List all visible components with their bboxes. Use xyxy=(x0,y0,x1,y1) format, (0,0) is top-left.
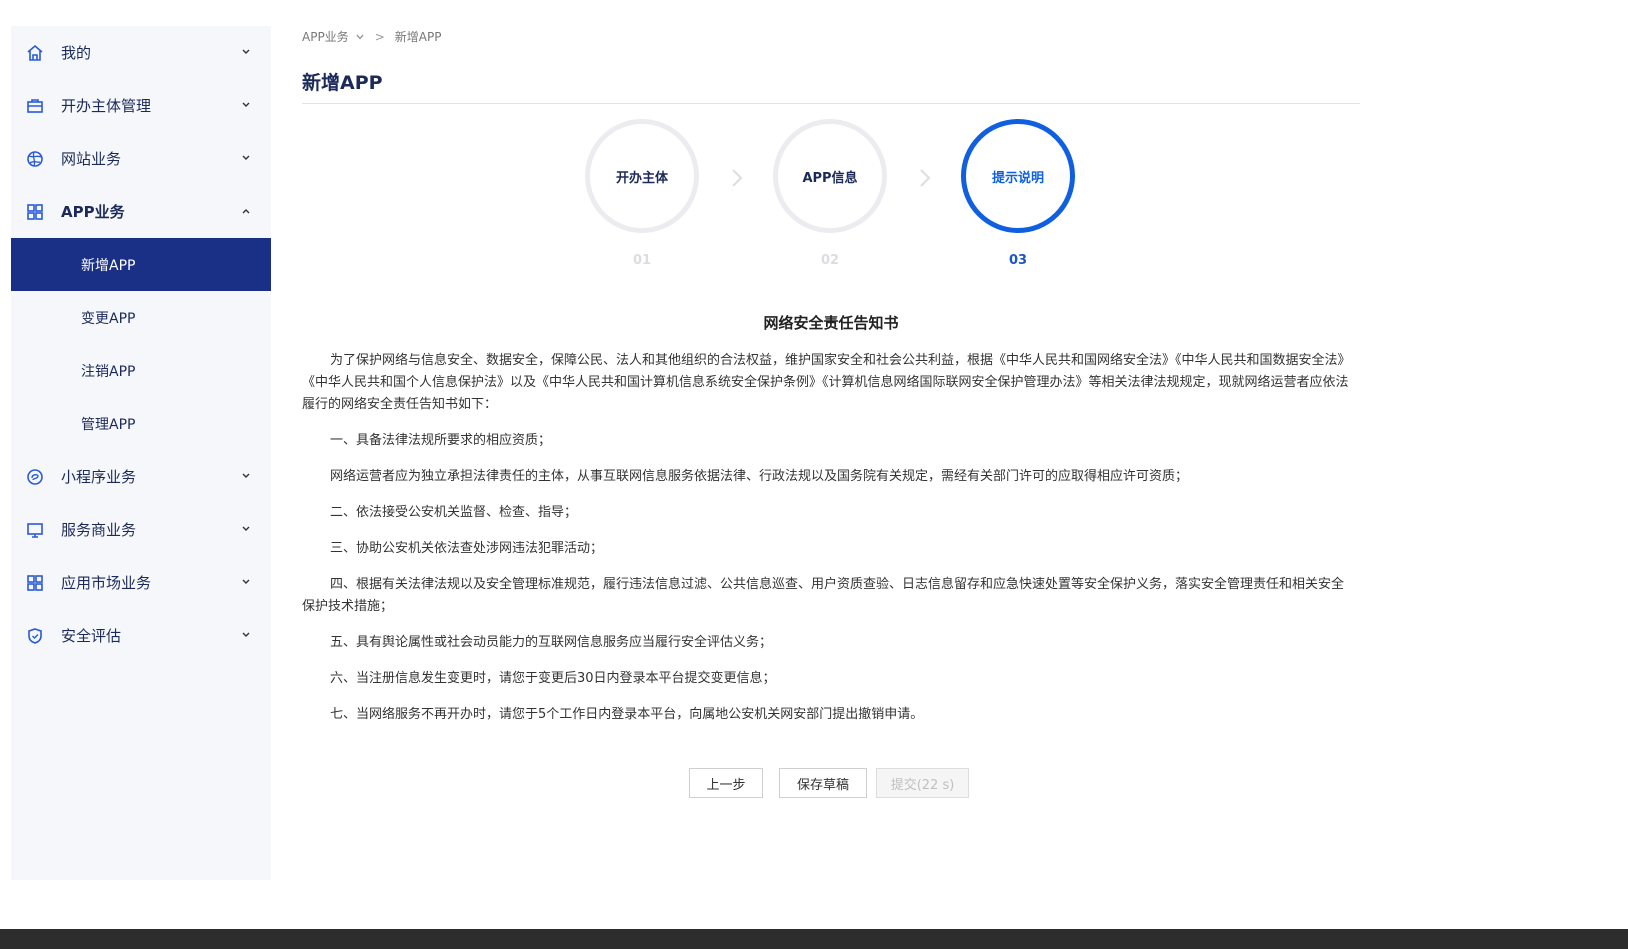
chevron-down-icon xyxy=(242,49,250,54)
sidebar-item-label: 安全评估 xyxy=(61,627,122,645)
notice-paragraph: 五、具有舆论属性或社会动员能力的互联网信息服务应当履行安全评估义务； xyxy=(330,635,773,650)
sidebar-item-app[interactable]: APP业务 xyxy=(11,185,271,238)
chevron-right-icon xyxy=(920,169,931,187)
step-3-number: 03 xyxy=(1008,253,1028,268)
sidebar-subitem-label: 变更APP xyxy=(81,310,136,327)
notice-paragraph: 四、根据有关法律法规以及安全管理标准规范，履行违法信息过滤、公共信息巡查、用户资… xyxy=(302,577,1345,614)
sidebar-item-label: 小程序业务 xyxy=(61,468,137,486)
sidebar-item-label: 开办主体管理 xyxy=(61,97,152,115)
sidebar-item-label: 服务商业务 xyxy=(61,521,137,539)
breadcrumb-current: 新增APP xyxy=(394,30,442,44)
sidebar-item-label: 我的 xyxy=(61,44,92,62)
submit-button[interactable]: 提交(22 s) xyxy=(876,768,969,798)
sidebar-item-label: 应用市场业务 xyxy=(61,574,152,592)
sidebar-item-label: APP业务 xyxy=(61,203,125,221)
globe-icon xyxy=(27,151,43,167)
chevron-down-icon xyxy=(242,473,250,478)
save-draft-button[interactable]: 保存草稿 xyxy=(779,768,867,798)
sidebar-item-website[interactable]: 网站业务 xyxy=(11,132,271,185)
sidebar-subitem-new-app[interactable]: 新增APP xyxy=(11,238,271,291)
sidebar-item-security-assessment[interactable]: 安全评估 xyxy=(11,609,271,662)
step-1-label: 开办主体 xyxy=(615,170,668,186)
chevron-down-icon xyxy=(242,526,250,531)
chevron-up-icon xyxy=(242,209,250,214)
breadcrumb: APP业务 > 新增APP xyxy=(302,28,441,45)
home-icon xyxy=(27,44,43,61)
step-3-circle: 提示说明 xyxy=(961,119,1075,233)
page-title: 新增APP xyxy=(302,72,383,94)
sidebar-item-mine[interactable]: 我的 xyxy=(11,26,271,79)
notice-paragraph: 一、具备法律法规所要求的相应资质； xyxy=(330,433,552,448)
prev-step-button[interactable]: 上一步 xyxy=(689,768,763,798)
sidebar-item-entity-management[interactable]: 开办主体管理 xyxy=(11,79,271,132)
sidebar-item-mini-program[interactable]: 小程序业务 xyxy=(11,450,271,503)
sidebar-item-app-market[interactable]: 应用市场业务 xyxy=(11,556,271,609)
chevron-down-icon xyxy=(242,579,250,584)
notice-title: 网络安全责任告知书 xyxy=(763,314,899,332)
step-3-label: 提示说明 xyxy=(991,170,1044,186)
notice-paragraph: 六、当注册信息发生变更时，请您于变更后30日内登录本平台提交变更信息； xyxy=(330,671,776,686)
briefcase-icon xyxy=(27,99,43,113)
step-1-number: 01 xyxy=(632,253,652,268)
notice-paragraph: 二、依法接受公安机关监督、检查、指导； xyxy=(330,505,578,520)
breadcrumb-parent[interactable]: APP业务 xyxy=(302,28,349,45)
notice-paragraph: 网络运营者应为独立承担法律责任的主体，从事互联网信息服务依据法律、行政法规以及国… xyxy=(330,469,1189,484)
chevron-down-icon xyxy=(242,632,250,637)
chevron-right-icon xyxy=(732,169,743,187)
grid-icon xyxy=(27,204,43,220)
sidebar-subitem-cancel-app[interactable]: 注销APP xyxy=(11,344,271,397)
sidebar-subitem-manage-app[interactable]: 管理APP xyxy=(11,397,271,450)
breadcrumb-separator: > xyxy=(374,29,385,44)
grid-icon xyxy=(27,575,43,591)
title-divider xyxy=(302,103,1360,104)
monitor-icon xyxy=(27,523,43,538)
step-2-label: APP信息 xyxy=(802,170,858,186)
step-2-number: 02 xyxy=(820,253,840,268)
step-1-circle: 开办主体 xyxy=(585,119,699,233)
chevron-down-icon xyxy=(242,102,250,107)
sidebar: 我的 开办主体管理 网站业务 APP业务 新增APP 变更APP 注销APP 管… xyxy=(11,26,271,880)
sidebar-item-service-provider[interactable]: 服务商业务 xyxy=(11,503,271,556)
notice-paragraph: 三、协助公安机关依法查处涉网违法犯罪活动； xyxy=(330,541,604,556)
sidebar-subitem-label: 新增APP xyxy=(81,257,136,274)
chevron-down-icon[interactable] xyxy=(355,32,365,42)
chevron-down-icon xyxy=(242,155,250,160)
sidebar-item-label: 网站业务 xyxy=(61,150,122,168)
sidebar-subitem-label: 管理APP xyxy=(81,416,136,433)
sidebar-subitem-label: 注销APP xyxy=(81,363,136,380)
notice-paragraph: 为了保护网络与信息安全、数据安全，保障公民、法人和其他组织的合法权益，维护国家安… xyxy=(302,353,1351,412)
mini-program-icon xyxy=(27,469,43,485)
notice-body: 为了保护网络与信息安全、数据安全，保障公民、法人和其他组织的合法权益，维护国家安… xyxy=(302,350,1354,740)
shield-icon xyxy=(28,628,42,644)
footer-bar xyxy=(0,929,1628,949)
step-2-circle: APP信息 xyxy=(773,119,887,233)
sidebar-subitem-change-app[interactable]: 变更APP xyxy=(11,291,271,344)
notice-paragraph: 七、当网络服务不再开办时，请您于5个工作日内登录本平台，向属地公安机关网安部门提… xyxy=(330,707,924,722)
